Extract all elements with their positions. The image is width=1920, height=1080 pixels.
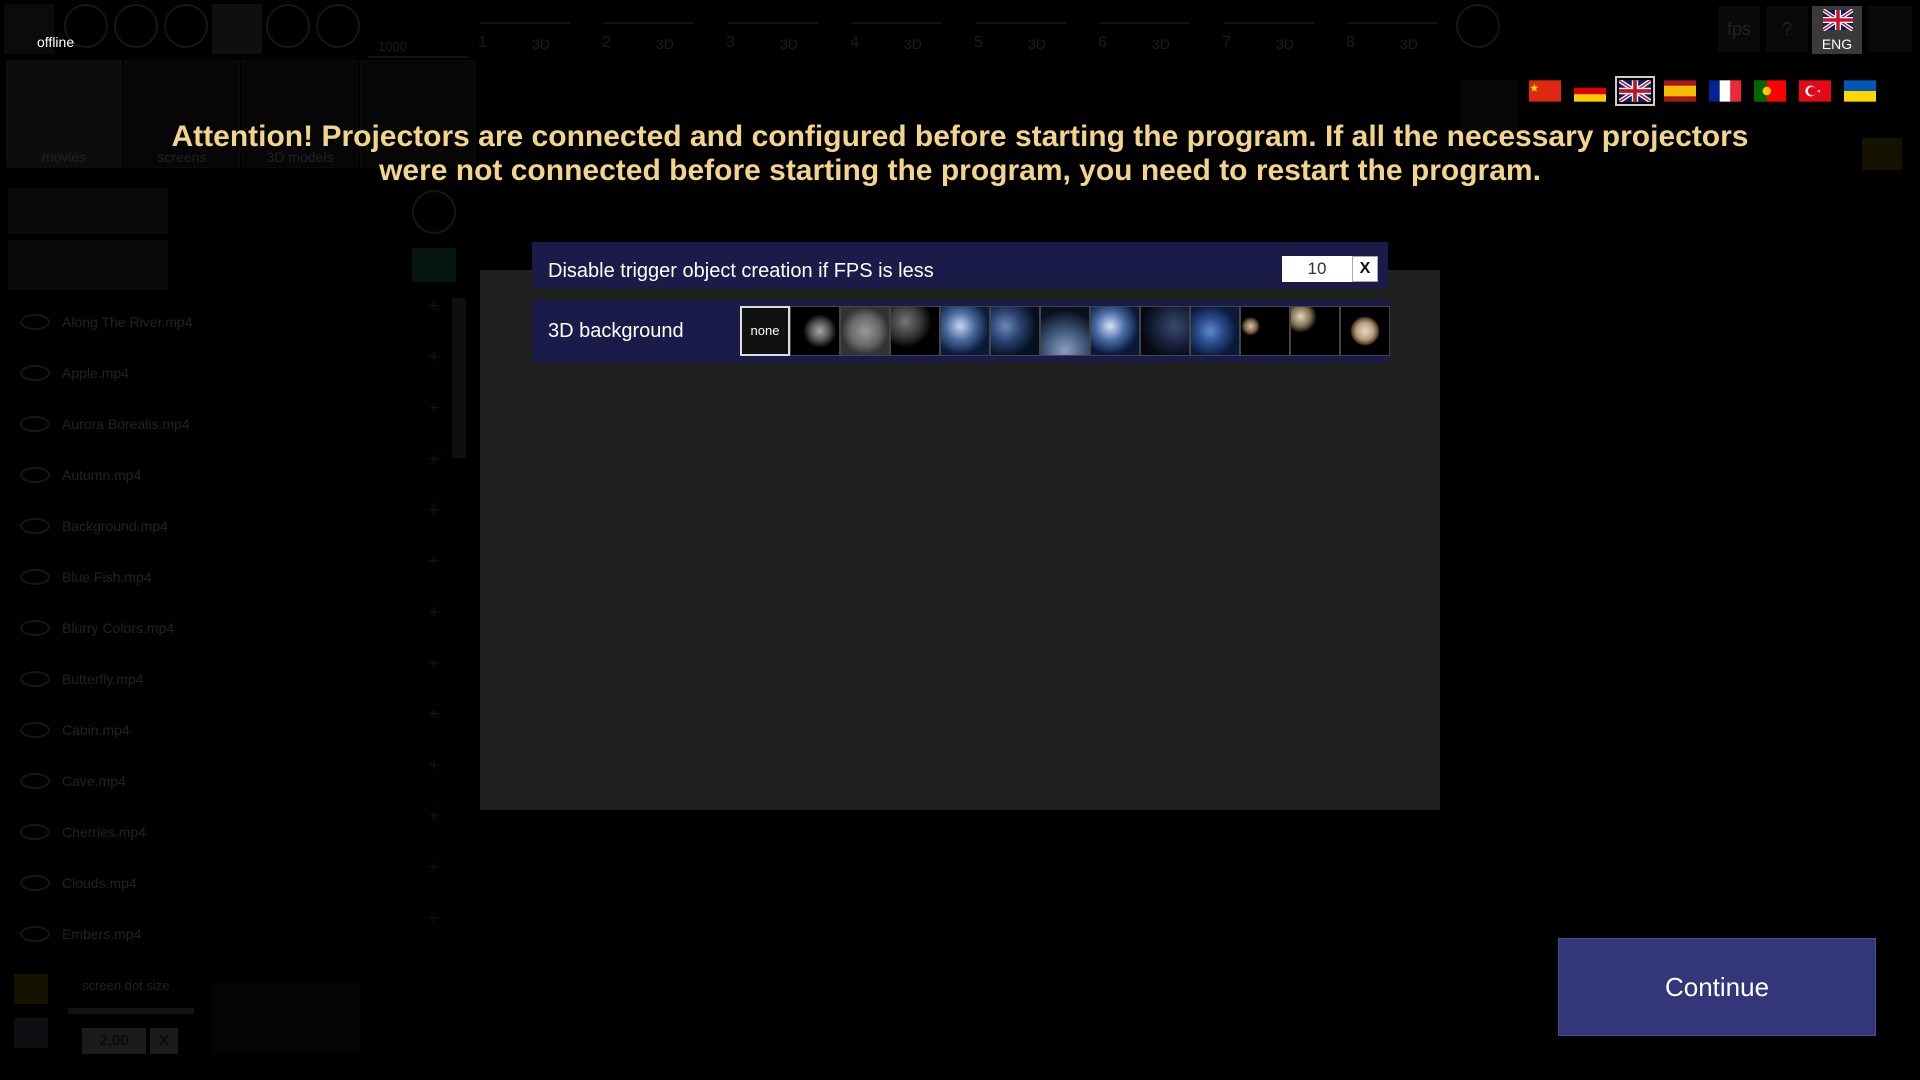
fps-threshold-label: Disable trigger object creation if FPS i… — [548, 260, 934, 282]
connection-status: offline — [37, 34, 75, 50]
list-item: Along The River.mp4 + — [8, 297, 448, 348]
list-item: Cave.mp4 + — [8, 756, 448, 807]
fps-threshold-row: Disable trigger object creation if FPS i… — [532, 242, 1388, 288]
background-earth-horizon-thumb[interactable] — [1040, 306, 1090, 356]
projector-5: 5 3D — [968, 4, 1086, 54]
fps-clear-button[interactable]: X — [1352, 256, 1378, 282]
projector-1: 1 3D — [472, 4, 590, 54]
dot-size-clear: X — [150, 1028, 178, 1054]
background-jupiter-thumb[interactable] — [1340, 306, 1390, 356]
add-button — [412, 248, 456, 282]
monitor-icon — [14, 1018, 48, 1048]
list-item: Blue Fish.mp4 + — [8, 552, 448, 603]
france-flag-icon[interactable] — [1709, 80, 1741, 102]
list-item: Cherries.mp4 + — [8, 807, 448, 858]
list-item: Clouds.mp4 + — [8, 858, 448, 909]
uk-flag-icon — [1823, 9, 1853, 31]
uk-flag-selected-icon[interactable] — [1615, 76, 1655, 106]
play-icon — [114, 4, 158, 48]
refresh-icon — [316, 4, 360, 48]
gear-icon — [266, 4, 310, 48]
continue-button[interactable]: Continue — [1558, 938, 1876, 1036]
background-moon-crescent-thumb[interactable] — [890, 306, 940, 356]
help-button: ? — [1766, 6, 1808, 52]
language-label: ENG — [1821, 36, 1853, 52]
list-item: Apple.mp4 + — [8, 348, 448, 399]
dot-size-value: 2,00 — [82, 1028, 146, 1054]
ukraine-flag-icon[interactable] — [1844, 80, 1876, 102]
background-moon-dark-thumb[interactable] — [790, 306, 840, 356]
projector-2: 2 3D — [596, 4, 714, 54]
eye-icon — [1456, 4, 1500, 48]
projector-3: 3 3D — [720, 4, 838, 54]
attention-message: Attention! Projectors are connected and … — [171, 120, 1749, 187]
background-earth-night-thumb[interactable] — [940, 306, 990, 356]
projector-4: 4 3D — [844, 4, 962, 54]
pause-icon — [164, 4, 208, 48]
background-planet-crescent-thumb[interactable] — [1290, 306, 1340, 356]
list-scrollbar — [452, 298, 466, 458]
china-flag-icon[interactable] — [1529, 80, 1561, 102]
dot-size-slider — [68, 1008, 194, 1014]
download-buttons — [8, 188, 168, 234]
tab-movies: movies — [6, 60, 122, 168]
import-buttons — [8, 240, 168, 290]
background-3d-row: 3D background none — [532, 300, 1390, 362]
screen-preview — [212, 982, 360, 1054]
spain-flag-icon[interactable] — [1664, 80, 1696, 102]
germany-flag-icon[interactable] — [1574, 80, 1606, 102]
app-root: 1000 1 3D 2 3D 3 3D 4 3D 5 3D 6 3D 7 3D 8 3D fps… — [0, 0, 1920, 1080]
background-earth-dark-thumb[interactable] — [990, 306, 1040, 356]
fps-button: fps — [1718, 6, 1760, 52]
compass-control: 1000 — [368, 4, 468, 58]
list-item: Butterfly.mp4 + — [8, 654, 448, 705]
list-item: Autumn.mp4 + — [8, 450, 448, 501]
projector-6: 6 3D — [1092, 4, 1210, 54]
turkey-flag-icon[interactable] — [1799, 80, 1831, 102]
list-item: Aurora Borealis.mp4 + — [8, 399, 448, 450]
folder-icon — [14, 974, 48, 1004]
background-none-option[interactable]: none — [740, 306, 790, 356]
dot-size-label: screen dot size — [82, 978, 170, 993]
exit-icon — [1868, 6, 1912, 52]
background-3d-label: 3D background — [548, 320, 684, 342]
portugal-flag-icon[interactable] — [1754, 80, 1786, 102]
timer-icon — [412, 190, 456, 234]
side-close-button — [1862, 138, 1902, 170]
projector-8: 8 3D — [1340, 4, 1458, 54]
list-item: Embers.mp4 + — [8, 909, 448, 960]
background-moon-grey-thumb[interactable] — [840, 306, 890, 356]
projector-7: 7 3D — [1216, 4, 1334, 54]
list-item: Cabin.mp4 + — [8, 705, 448, 756]
fps-threshold-input[interactable] — [1282, 256, 1352, 282]
dots-icon — [212, 4, 262, 54]
background-earth-blue-thumb[interactable] — [1190, 306, 1240, 356]
background-planets-pair-thumb[interactable] — [1240, 306, 1290, 356]
list-item: Background.mp4 + — [8, 501, 448, 552]
list-item: Blurry Colors.mp4 + — [8, 603, 448, 654]
background-earth-clouds-thumb[interactable] — [1090, 306, 1140, 356]
counter-value: 1000 — [378, 39, 407, 54]
background-earth-dark-2-thumb[interactable] — [1140, 306, 1190, 356]
